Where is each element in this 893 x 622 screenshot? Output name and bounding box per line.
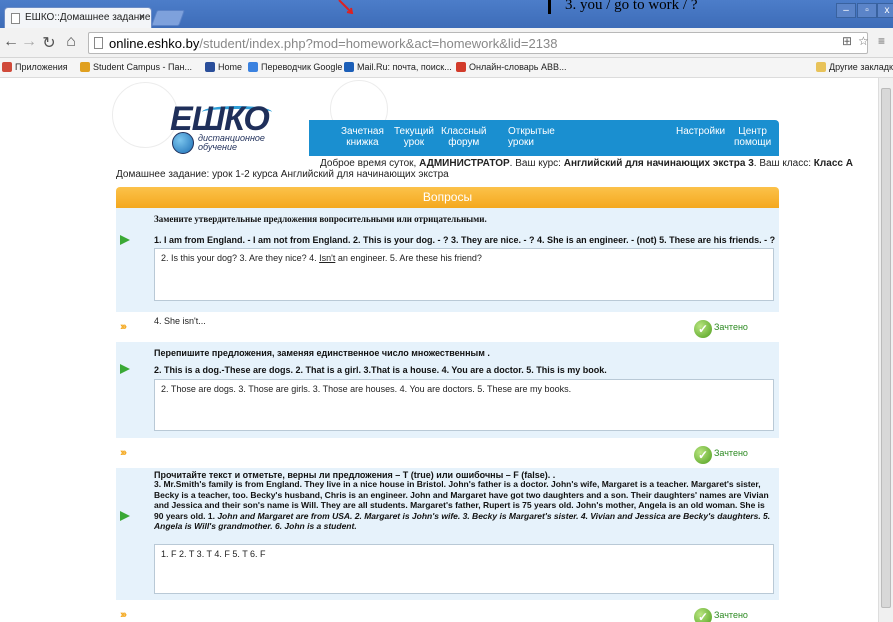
bookmark-abbyy[interactable]: Онлайн-словарь ABB... <box>456 62 566 72</box>
bookmark-label: Mail.Ru: почта, поиск... <box>357 62 452 72</box>
arrow-right-icon <box>120 511 130 521</box>
forward-arrow-icon[interactable]: → <box>20 33 38 51</box>
dictionary-icon <box>456 62 466 72</box>
teacher-remark: 4. She isn't... <box>154 316 206 326</box>
maximize-button[interactable]: ▫ <box>857 3 877 18</box>
bookmark-label: Home <box>218 62 243 72</box>
translate-icon <box>248 62 258 72</box>
address-bar[interactable]: online.eshko.by/student/index.php?mod=ho… <box>88 32 868 54</box>
logo-subtitle: дистанционное обучение <box>198 133 265 152</box>
chevrons-icon: ››› <box>120 609 127 621</box>
bookmark-label: Онлайн-словарь ABB... <box>469 62 567 72</box>
chevrons-icon: ››› <box>120 321 127 333</box>
bookmark-label: Другие закладки <box>829 62 893 72</box>
homework-title: Домашнее задание: урок 1-2 курса Английс… <box>116 169 449 180</box>
bookmarks-bar: Приложения Student Campus - Пан... Home … <box>0 58 893 78</box>
tab-bar: ЕШКО::Домашнее задание × – ▫ x <box>0 0 893 28</box>
url-path: /student/index.php?mod=homework&act=home… <box>199 36 558 51</box>
arrow-right-icon <box>120 235 130 245</box>
question-instruction: Замените утвердительные предложения вопр… <box>154 214 487 224</box>
url-host: online.eshko.by <box>109 36 200 51</box>
question-block: Прочитайте текст и отметьте, верны ли пр… <box>116 468 779 600</box>
question-block: Перепишите предложения, заменяя единстве… <box>116 342 779 438</box>
page-icon <box>11 13 20 24</box>
back-arrow-icon[interactable]: ← <box>2 33 20 51</box>
page-scrollbar[interactable] <box>878 78 893 622</box>
bookmark-google-translate[interactable]: Переводчик Google <box>248 62 342 72</box>
browser-tab[interactable]: ЕШКО::Домашнее задание × <box>4 7 152 28</box>
bookmark-label: Приложения <box>15 62 68 72</box>
checkmark-icon: ✓ <box>694 320 712 338</box>
red-arrow-icon <box>338 0 354 14</box>
bookmark-label: Student Campus - Пан... <box>93 62 192 72</box>
logo-globe-icon <box>172 132 194 154</box>
status-badge: ✓ Зачтено <box>694 608 748 622</box>
scrollbar-thumb[interactable] <box>881 88 891 608</box>
status-badge: ✓ Зачтено <box>694 446 748 464</box>
main-nav: Зачетная книжка Текущий урок Классный фо… <box>309 120 779 156</box>
question-block: Замените утвердительные предложения вопр… <box>116 208 779 312</box>
campus-icon <box>80 62 90 72</box>
nav-current-lesson[interactable]: Текущий урок <box>394 126 434 148</box>
bookmark-other[interactable]: Другие закладки <box>816 62 893 72</box>
translate-icon[interactable]: ⊞ <box>842 34 852 48</box>
close-tab-icon[interactable]: × <box>139 11 145 23</box>
new-tab-button[interactable] <box>151 10 185 26</box>
mail-icon <box>344 62 354 72</box>
answer-text: 2. Those are dogs. 3. Those are girls. 3… <box>154 379 774 431</box>
site-logo[interactable]: ЕШКО дистанционное обучение <box>160 100 300 158</box>
question-task: 1. I am from England. - I am not from En… <box>154 235 776 245</box>
question-task: 2. This is a dog.-These are dogs. 2. Tha… <box>154 365 607 375</box>
questions-list: Замените утвердительные предложения вопр… <box>116 208 779 622</box>
nav-open-lessons[interactable]: Открытые уроки <box>508 126 555 148</box>
browser-window: ЕШКО::Домашнее задание × – ▫ x 3. you / … <box>0 0 893 622</box>
chevrons-icon: ››› <box>120 447 127 459</box>
answer-text: 1. F 2. T 3. T 4. F 5. T 6. F <box>154 544 774 594</box>
bookmark-apps[interactable]: Приложения <box>2 62 68 72</box>
close-window-button[interactable]: x <box>877 3 893 18</box>
bookmark-label: Переводчик Google <box>261 62 343 72</box>
menu-icon[interactable]: ≡ <box>878 34 885 48</box>
bookmark-star-icon[interactable]: ☆ <box>858 34 869 48</box>
browser-toolbar: ← → ↻ ⌂ online.eshko.by/student/index.ph… <box>0 28 893 58</box>
overlay-note-text: 3. you / go to work / ? <box>565 0 698 13</box>
question-footer: ››› ✓ Зачтено <box>116 438 779 468</box>
reload-icon[interactable]: ↻ <box>40 33 58 53</box>
question-footer: ››› 4. She isn't... ✓ Зачтено <box>116 312 779 342</box>
greeting: Доброе время суток, АДМИНИСТРАТОР. Ваш к… <box>320 158 853 169</box>
minimize-button[interactable]: – <box>836 3 856 18</box>
tab-title: ЕШКО::Домашнее задание <box>25 12 151 23</box>
bookmark-mailru[interactable]: Mail.Ru: почта, поиск... <box>344 62 452 72</box>
nav-class-forum[interactable]: Классный форум <box>441 126 487 148</box>
nav-gradebook[interactable]: Зачетная книжка <box>341 126 384 148</box>
checkmark-icon: ✓ <box>694 608 712 622</box>
answer-text: 2. Is this your dog? 3. Are they nice? 4… <box>154 248 774 301</box>
home-site-icon <box>205 62 215 72</box>
apps-grid-icon <box>2 62 12 72</box>
page-content: ЕШКО дистанционное обучение Зачетная книж… <box>0 78 878 622</box>
status-badge: ✓ Зачтено <box>694 320 748 338</box>
question-footer: ››› ✓ Зачтено <box>116 600 779 622</box>
home-icon[interactable]: ⌂ <box>62 33 80 51</box>
question-instruction: Перепишите предложения, заменяя единстве… <box>154 348 490 358</box>
questions-header: Вопросы <box>116 187 779 208</box>
folder-icon <box>816 62 826 72</box>
nav-settings[interactable]: Настройки <box>676 126 725 137</box>
page-icon <box>94 37 103 49</box>
arrow-right-icon <box>120 364 130 374</box>
bookmark-home[interactable]: Home <box>205 62 242 72</box>
reading-text: 3. Mr.Smith's family is from England. Th… <box>154 479 771 532</box>
nav-help-center[interactable]: Центр помощи <box>734 126 771 148</box>
overlay-divider <box>548 0 551 14</box>
bookmark-student-campus[interactable]: Student Campus - Пан... <box>80 62 192 72</box>
checkmark-icon: ✓ <box>694 446 712 464</box>
